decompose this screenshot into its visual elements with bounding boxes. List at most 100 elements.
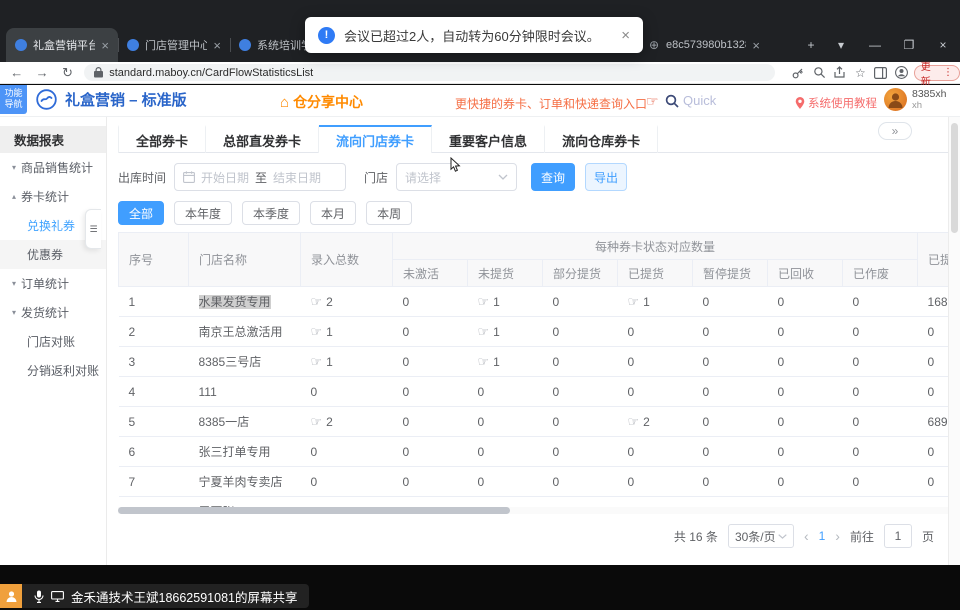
minimize-button[interactable]: — [858, 38, 892, 52]
function-nav-toggle[interactable]: 功能 导航 [0, 85, 27, 114]
page-scrollbar-thumb[interactable] [951, 123, 958, 233]
column-amount-header: 已提货金额 [918, 233, 948, 287]
browser-tab[interactable]: 门店管理中心× [118, 28, 230, 62]
back-icon[interactable]: ← [4, 65, 29, 80]
horizontal-scrollbar[interactable] [118, 507, 948, 514]
share-center-label: 仓分享中心 [293, 92, 363, 112]
status-column-header-6: 已作废 [843, 260, 918, 287]
cell-store-name[interactable]: 张三打单专用 [189, 437, 301, 467]
tab-1[interactable]: 总部直发券卡 [206, 125, 319, 153]
cell-store-name[interactable]: 水果发货专用 [189, 287, 301, 317]
tab-close-icon[interactable]: × [752, 38, 760, 53]
cell-status-4: 0 [693, 347, 768, 377]
sidebar-item-1[interactable]: ▴券卡统计 [0, 182, 106, 211]
horizontal-scrollbar-thumb[interactable] [118, 507, 510, 514]
presenter-icon[interactable] [0, 584, 22, 608]
tab-menu-icon[interactable]: ▾ [824, 38, 858, 52]
cell-store-name[interactable]: 8385三号店 [189, 347, 301, 377]
sidebar-items: ▾商品销售统计▴券卡统计兑换礼券优惠券▾订单统计▾发货统计门店对账分销返利对账 [0, 153, 106, 385]
cell-entry-total[interactable]: ☞2 [301, 407, 393, 437]
tab-close-icon[interactable]: × [213, 38, 221, 53]
cell-amount: 0 [918, 437, 948, 467]
reload-icon[interactable]: ↻ [55, 65, 80, 81]
cell-status-1: 0 [468, 437, 543, 467]
zoom-icon[interactable] [809, 66, 830, 79]
cell-status-3[interactable]: ☞2 [618, 407, 693, 437]
quick-filter-button-0[interactable]: 全部 [118, 201, 164, 225]
cell-store-name[interactable]: 8385一店 [189, 407, 301, 437]
bookmark-star-icon[interactable]: ☆ [850, 66, 871, 80]
cell-status-3[interactable]: ☞1 [618, 287, 693, 317]
sidebar-item-5[interactable]: ▾发货统计 [0, 298, 106, 327]
brand: 礼盒营销 – 标准版 [36, 89, 187, 110]
share-icon[interactable] [830, 66, 851, 79]
profile-avatar-icon[interactable] [891, 66, 912, 79]
cell-count: 1 [493, 295, 500, 309]
cell-store-name[interactable]: 宁夏羊肉专卖店 [189, 467, 301, 497]
cell-entry-total[interactable]: ☞2 [301, 287, 393, 317]
export-button[interactable]: 导出 [585, 163, 627, 191]
forward-icon[interactable]: → [29, 65, 54, 80]
side-panel-icon[interactable] [871, 67, 892, 79]
sidebar-item-0[interactable]: ▾商品销售统计 [0, 153, 106, 182]
next-page-button[interactable]: › [835, 528, 840, 544]
prev-page-button[interactable]: ‹ [804, 528, 809, 544]
date-range-input[interactable]: 开始日期 至 结束日期 [174, 163, 346, 191]
cell-entry-total[interactable]: ☞1 [301, 317, 393, 347]
cell-status-1[interactable]: ☞1 [468, 347, 543, 377]
page-size-select[interactable]: 30条/页 [728, 524, 794, 548]
status-column-header-1: 未提货 [468, 260, 543, 287]
user-name-main: 8385xh [912, 88, 946, 100]
tab-0[interactable]: 全部券卡 [118, 125, 206, 153]
user-info[interactable]: 8385xh xh [884, 88, 946, 112]
tab-3[interactable]: 重要客户信息 [432, 125, 545, 153]
goto-page-input[interactable]: 1 [884, 524, 912, 548]
filter-bar: 出库时间 开始日期 至 结束日期 门店 请选择 查询 导出 [118, 163, 627, 191]
cell-count: 1 [326, 355, 333, 369]
quick-search[interactable]: Quick [665, 93, 716, 108]
update-button[interactable]: 更新 ⋮ [914, 65, 960, 81]
cell-status-1: 0 [468, 377, 543, 407]
close-button[interactable]: × [926, 38, 960, 52]
new-tab-button[interactable]: + [798, 38, 824, 52]
tab-2[interactable]: 流向门店券卡 [319, 125, 432, 153]
cell-status-2: 0 [543, 437, 618, 467]
cell-store-name[interactable]: 南京王总激活用 [189, 317, 301, 347]
browser-tab[interactable]: ⊕e8c573980b1328a258fd2e6× [639, 28, 769, 62]
cell-status-1[interactable]: ☞1 [468, 317, 543, 347]
quick-filter-button-3[interactable]: 本月 [310, 201, 356, 225]
user-name: 8385xh xh [912, 88, 946, 112]
collapse-tabs-button[interactable]: » [878, 122, 912, 140]
cell-status-6: 0 [843, 407, 918, 437]
store-filter-label: 门店 [364, 169, 388, 186]
current-page[interactable]: 1 [819, 529, 826, 543]
share-center-link[interactable]: ⌂ 仓分享中心 [280, 92, 363, 112]
page-scrollbar[interactable] [948, 117, 960, 565]
selected-text: 水果发货专用 [199, 295, 271, 309]
tab-close-icon[interactable]: × [101, 38, 109, 53]
browser-tab[interactable]: 礼盒营销平台管理中心× [6, 28, 118, 62]
tab-4[interactable]: 流向仓库券卡 [545, 125, 658, 153]
tutorial-label: 系统使用教程 [808, 95, 877, 111]
toast-close-icon[interactable]: × [621, 27, 630, 44]
sidebar-item-6[interactable]: 门店对账 [0, 327, 106, 356]
maximize-button[interactable]: ❐ [892, 38, 926, 52]
quick-filter-button-2[interactable]: 本季度 [242, 201, 300, 225]
key-icon[interactable] [789, 66, 810, 79]
search-button[interactable]: 查询 [531, 163, 575, 191]
quick-filter-button-4[interactable]: 本周 [366, 201, 412, 225]
mouse-cursor [450, 157, 462, 173]
sidebar-item-7[interactable]: 分销返利对账 [0, 356, 106, 385]
cell-entry-total[interactable]: ☞1 [301, 347, 393, 377]
address-bar[interactable]: standard.maboy.cn/CardFlowStatisticsList [84, 64, 774, 81]
cell-status-0: 0 [393, 467, 468, 497]
sidebar-item-4[interactable]: ▾订单统计 [0, 269, 106, 298]
sidebar-collapse-handle[interactable]: ☰ [85, 209, 101, 249]
cell-status-1[interactable]: ☞1 [468, 287, 543, 317]
cell-store-name[interactable]: 111 [189, 377, 301, 407]
quick-filter-button-1[interactable]: 本年度 [174, 201, 232, 225]
tutorial-link[interactable]: 系统使用教程 [795, 95, 877, 111]
screen-share-indicator[interactable]: 金禾通技术王斌18662591081的屏幕共享 [22, 584, 309, 608]
browser-toolbar: ← → ↻ standard.maboy.cn/CardFlowStatisti… [0, 62, 960, 84]
pointer-hand-icon: ☞ [628, 414, 640, 429]
